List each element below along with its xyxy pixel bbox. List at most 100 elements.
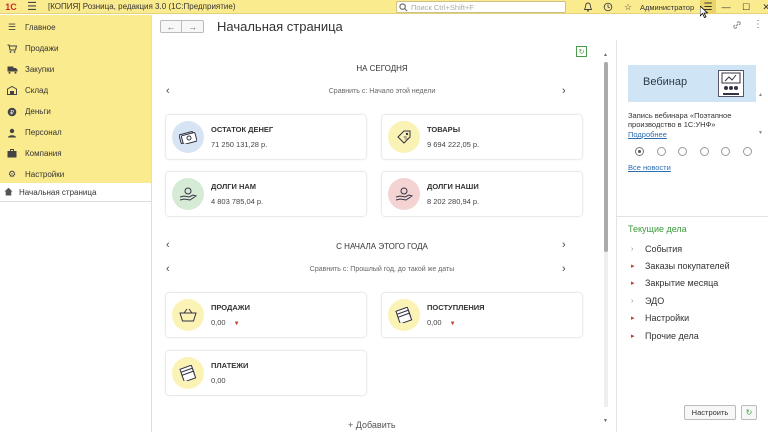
forward-button[interactable]: → bbox=[182, 20, 204, 33]
sidebar-item-money[interactable]: ₽ Деньги bbox=[0, 101, 151, 122]
card-value-row: 0,00 ▼ bbox=[427, 318, 456, 327]
trend-down-icon: ▼ bbox=[449, 321, 456, 327]
task-other[interactable]: ▸ Прочие дела bbox=[631, 331, 699, 341]
sidebar-item-main[interactable]: ☰ Главное bbox=[0, 17, 151, 38]
right-panel: ▲ Вебинар ▼ Запись вебинара «Поэтапное п… bbox=[616, 40, 768, 432]
company-icon bbox=[6, 149, 18, 159]
bell-icon[interactable] bbox=[578, 0, 598, 14]
sidebar-item-label: Продажи bbox=[25, 44, 59, 53]
sidebar-item-label: Настройки bbox=[25, 170, 65, 179]
sidebar-item-warehouse[interactable]: Склад bbox=[0, 80, 151, 101]
main-menu-icon[interactable]: ☰ bbox=[22, 0, 42, 14]
chevron-right-icon: ▸ bbox=[631, 333, 635, 340]
card-receipts[interactable]: ПОСТУПЛЕНИЯ 0,00 ▼ bbox=[382, 293, 582, 337]
chevron-right-icon: › bbox=[631, 245, 634, 253]
warehouse-icon bbox=[6, 86, 18, 96]
card-value: 4 803 785,04 р. bbox=[211, 197, 264, 206]
scroll-up-icon[interactable]: ▲ bbox=[603, 52, 608, 58]
more-icon[interactable]: ⋮ bbox=[753, 19, 763, 30]
card-payments[interactable]: ПЛАТЕЖИ 0,00 bbox=[166, 351, 366, 395]
pager-dot[interactable] bbox=[656, 147, 666, 156]
window-title: [КОПИЯ] Розница, редакция 3.0 (1С:Предпр… bbox=[48, 2, 236, 11]
history-icon[interactable] bbox=[598, 0, 618, 14]
pager-dot[interactable] bbox=[721, 147, 730, 156]
mouse-cursor-icon bbox=[699, 5, 709, 21]
sidebar-item-sales[interactable]: Продажи bbox=[0, 38, 151, 59]
card-label: ОСТАТОК ДЕНЕГ bbox=[211, 125, 274, 134]
divider bbox=[617, 216, 768, 217]
webinar-banner[interactable]: Вебинар bbox=[628, 65, 756, 102]
more-link[interactable]: Подробнее bbox=[628, 130, 667, 139]
sidebar-item-company[interactable]: Компания bbox=[0, 143, 151, 164]
scroll-down-icon[interactable]: ▼ bbox=[603, 418, 608, 424]
cash-stack-icon bbox=[388, 299, 420, 331]
minimize-button[interactable]: — bbox=[716, 0, 736, 14]
scroll-thumb[interactable] bbox=[604, 62, 608, 252]
star-icon[interactable]: ☆ bbox=[618, 0, 638, 14]
sidebar-item-purchases[interactable]: Закупки bbox=[0, 59, 151, 80]
task-label: События bbox=[645, 244, 683, 254]
title-bar: 1С ☰ [КОПИЯ] Розница, редакция 3.0 (1С:П… bbox=[0, 0, 768, 14]
webinar-title: Вебинар bbox=[643, 76, 688, 88]
truck-icon bbox=[6, 65, 18, 75]
card-label: ДОЛГИ НАМ bbox=[211, 182, 257, 191]
sidebar-item-staff[interactable]: Персонал bbox=[0, 122, 151, 143]
card-payables[interactable]: ДОЛГИ НАШИ 8 202 280,94 р. bbox=[382, 172, 582, 216]
news-pager bbox=[635, 147, 764, 156]
pager-dot[interactable] bbox=[742, 147, 752, 156]
year-compare[interactable]: Сравнить с: Прошлый год, до такой же дат… bbox=[152, 266, 612, 273]
person-icon bbox=[6, 128, 18, 138]
year-title: С НАЧАЛА ЭТОГО ГОДА bbox=[336, 242, 428, 251]
card-goods[interactable]: % ТОВАРЫ 9 694 222,05 р. bbox=[382, 115, 582, 159]
sidebar-item-label: Главное bbox=[25, 23, 56, 32]
task-label: Прочие дела bbox=[645, 331, 699, 341]
task-edo[interactable]: › ЭДО bbox=[631, 296, 664, 306]
news-scroll-up-icon[interactable]: ▲ bbox=[758, 92, 763, 98]
pager-dot[interactable] bbox=[635, 147, 644, 156]
cart-icon bbox=[6, 44, 18, 54]
task-events[interactable]: › События bbox=[631, 244, 682, 254]
add-widget-button[interactable]: + Добавить bbox=[348, 420, 396, 430]
main-panel: НА СЕГОДНЯ ‹ Сравнить с: Начало этой нед… bbox=[152, 40, 612, 432]
card-value: 0,00 bbox=[211, 318, 226, 327]
task-label: Настройки bbox=[645, 313, 690, 323]
search-input[interactable]: Поиск Ctrl+Shift+F bbox=[396, 1, 566, 13]
main-scrollbar[interactable] bbox=[604, 62, 608, 407]
refresh-tasks-icon[interactable]: ↻ bbox=[741, 405, 757, 420]
year-next-icon[interactable]: › bbox=[562, 239, 566, 251]
maximize-button[interactable]: ☐ bbox=[736, 0, 756, 14]
card-money-balance[interactable]: ОСТАТОК ДЕНЕГ 71 250 131,28 р. bbox=[166, 115, 366, 159]
card-label: ПОСТУПЛЕНИЯ bbox=[427, 303, 485, 312]
link-icon[interactable] bbox=[732, 20, 742, 32]
chevron-right-icon: ▸ bbox=[631, 280, 635, 287]
tasks-title: Текущие дела bbox=[628, 224, 687, 234]
sidebar-item-home[interactable]: Начальная страница bbox=[0, 183, 151, 202]
back-button[interactable]: ← bbox=[160, 20, 182, 33]
year-compare-next-icon[interactable]: › bbox=[562, 263, 566, 275]
news-scroll-down-icon[interactable]: ▼ bbox=[758, 130, 763, 136]
card-receivables[interactable]: ДОЛГИ НАМ 4 803 785,04 р. bbox=[166, 172, 366, 216]
card-label: ПРОДАЖИ bbox=[211, 303, 250, 312]
task-customer-orders[interactable]: ▸ Заказы покупателей bbox=[631, 261, 730, 271]
home-icon bbox=[4, 187, 14, 198]
tag-icon: % bbox=[388, 121, 420, 153]
setup-button[interactable]: Настроить bbox=[684, 405, 736, 420]
today-next-icon[interactable]: › bbox=[562, 85, 566, 97]
chevron-right-icon: › bbox=[631, 297, 634, 305]
close-button[interactable]: ✕ bbox=[756, 0, 768, 14]
gear-icon: ⚙ bbox=[7, 169, 17, 179]
sidebar-item-settings[interactable]: ⚙ Настройки bbox=[0, 164, 151, 185]
hand-give-icon bbox=[172, 178, 204, 210]
sidebar-item-label: Закупки bbox=[25, 65, 55, 74]
today-compare[interactable]: Сравнить с: Начало этой недели bbox=[152, 88, 612, 95]
user-name[interactable]: Администратор bbox=[640, 3, 694, 12]
pager-dot[interactable] bbox=[699, 147, 709, 156]
sidebar-item-label: Деньги bbox=[25, 107, 51, 116]
all-news-link[interactable]: Все новости bbox=[628, 163, 671, 172]
task-settings[interactable]: ▸ Настройки bbox=[631, 313, 689, 323]
task-month-close[interactable]: ▸ Закрытие месяца bbox=[631, 278, 718, 288]
pager-dot[interactable] bbox=[678, 147, 687, 156]
card-value: 9 694 222,05 р. bbox=[427, 140, 480, 149]
cash-out-icon bbox=[172, 357, 204, 389]
card-sales[interactable]: ПРОДАЖИ 0,00 ▼ bbox=[166, 293, 366, 337]
